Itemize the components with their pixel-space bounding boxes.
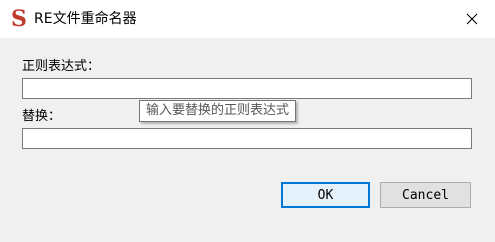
regex-tooltip: 输入要替换的正则表达式	[139, 100, 297, 122]
app-logo-icon: S	[11, 6, 27, 32]
ok-button[interactable]: OK	[281, 182, 370, 208]
title-bar: S RE文件重命名器	[0, 0, 495, 38]
regex-input[interactable]	[22, 78, 472, 99]
cancel-button[interactable]: Cancel	[380, 182, 471, 208]
replace-input[interactable]	[22, 128, 472, 149]
close-icon	[466, 13, 478, 25]
regex-label: 正则表达式：	[22, 59, 101, 74]
window-title: RE文件重命名器	[34, 11, 137, 27]
replace-label: 替换：	[22, 109, 62, 124]
close-button[interactable]	[449, 0, 495, 38]
